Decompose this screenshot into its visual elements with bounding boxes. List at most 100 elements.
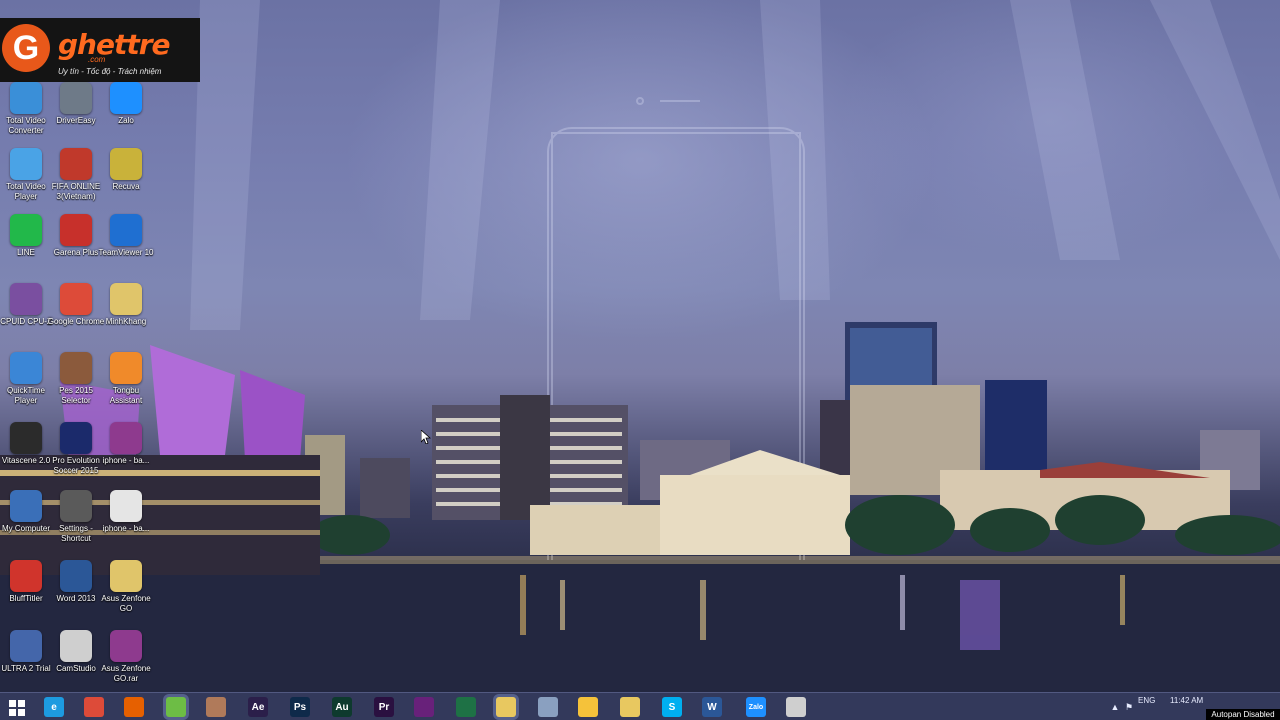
desktop-icon[interactable]: Pro Evolution Soccer 2015: [50, 422, 102, 476]
camstudio-icon: [60, 630, 92, 662]
desktop-icon[interactable]: TeamViewer 10: [99, 214, 154, 258]
clock[interactable]: 11:42 AM: [1170, 696, 1203, 705]
desktop-icon[interactable]: ULTRA 2 Trial: [0, 630, 52, 674]
visual-studio-icon: [414, 697, 434, 717]
windows-logo-icon: [9, 700, 25, 716]
taskbar-item[interactable]: Ps: [282, 695, 318, 719]
zalo-icon: Zalo: [746, 697, 766, 717]
action-center-icon[interactable]: ⚑: [1124, 702, 1134, 712]
grid-app-icon: [206, 697, 226, 717]
desktop-icon[interactable]: BluffTitler: [0, 560, 52, 604]
desktop-icon[interactable]: Pes 2015 Selector: [50, 352, 102, 406]
ultra-icon: [10, 630, 42, 662]
desktop-icon-label: Recuva: [112, 182, 140, 191]
taskbar-item[interactable]: W: [694, 695, 730, 719]
desktop-icon[interactable]: My Computer: [0, 490, 52, 534]
drivereasy-icon: [60, 82, 92, 114]
taskbar-item[interactable]: [76, 695, 112, 719]
taskbar-item[interactable]: [198, 695, 234, 719]
tongbu-icon: [110, 352, 142, 384]
desktop-icon-label: Asus Zenfone GO.rar: [101, 664, 151, 683]
brand-logo-icon: G: [2, 24, 50, 72]
desktop-icon[interactable]: Garena Plus: [50, 214, 102, 258]
input-language[interactable]: ENG: [1138, 696, 1155, 705]
desktop-icon[interactable]: Tongbu Assistant: [100, 352, 152, 406]
word-icon: W: [702, 697, 722, 717]
taskbar-item[interactable]: Pr: [366, 695, 402, 719]
folder-icon: [620, 697, 640, 717]
wallpaper: [0, 0, 1280, 692]
desktop-icon[interactable]: Word 2013: [50, 560, 102, 604]
file-explorer-icon: [496, 697, 516, 717]
audition-icon: Au: [332, 697, 352, 717]
norton-icon: [578, 697, 598, 717]
desktop-icon[interactable]: Asus Zenfone GO.rar: [100, 630, 152, 684]
blufftitler-icon: [10, 560, 42, 592]
desktop-icon[interactable]: MinhKhang: [100, 283, 152, 327]
photoshop-icon: Ps: [290, 697, 310, 717]
mouse-cursor-icon: [421, 430, 431, 444]
desktop-icon-label: Zalo: [118, 116, 134, 125]
premiere-icon: Pr: [374, 697, 394, 717]
taskbar-item[interactable]: [448, 695, 484, 719]
taskbar: e Ae Ps Au Pr S W Zalo ▲ ⚑ ENG 11:42 AM: [0, 692, 1280, 720]
desktop-icon-label: iphone - ba...: [102, 456, 150, 465]
desktop-icon-label: Asus Zenfone GO: [101, 594, 151, 613]
after-effects-icon: Ae: [248, 697, 268, 717]
show-hidden-icons-icon[interactable]: ▲: [1110, 702, 1120, 712]
desktop-icon-label: iphone - ba...: [102, 524, 150, 533]
autopan-status: Autopan Disabled: [1206, 709, 1280, 720]
desktop-icon[interactable]: QuickTime Player: [0, 352, 52, 406]
desktop-icon[interactable]: Google Chrome: [48, 283, 104, 327]
taskbar-item[interactable]: [778, 695, 814, 719]
teamviewer-icon: [110, 214, 142, 246]
total-video-player-icon: [10, 148, 42, 180]
cpu-z-icon: [10, 283, 42, 315]
start-button[interactable]: [4, 697, 30, 719]
desktop-icon[interactable]: Recuva: [100, 148, 152, 192]
desktop-icon[interactable]: CPUID CPU-Z: [0, 283, 52, 327]
firefox-icon: [124, 697, 144, 717]
folder-icon: [110, 283, 142, 315]
internet-explorer-icon: e: [44, 697, 64, 717]
skype-icon: S: [662, 697, 682, 717]
quicktime-icon: [10, 352, 42, 384]
desktop-icon[interactable]: LINE: [0, 214, 52, 258]
taskbar-item[interactable]: e: [36, 695, 72, 719]
desktop-icon[interactable]: CamStudio: [50, 630, 102, 674]
total-video-converter-icon: [10, 82, 42, 114]
desktop-icon[interactable]: DriverEasy: [50, 82, 102, 126]
chrome-icon: [84, 697, 104, 717]
excel-icon: [456, 697, 476, 717]
word-icon: [60, 560, 92, 592]
folder-icon: [110, 560, 142, 592]
fifa-online-icon: [60, 148, 92, 180]
brand-domain: .com: [88, 55, 106, 64]
desktop-icon[interactable]: FIFA ONLINE 3(Vietnam): [50, 148, 102, 202]
taskbar-item[interactable]: [570, 695, 606, 719]
taskbar-item[interactable]: [612, 695, 648, 719]
desktop-icon[interactable]: Asus Zenfone GO: [100, 560, 152, 614]
desktop-icon[interactable]: Settings - Shortcut: [50, 490, 102, 544]
desktop-icon[interactable]: Vitascene 2.0: [0, 422, 52, 466]
desktop-icon[interactable]: Total Video Converter: [0, 82, 52, 136]
taskbar-item[interactable]: Zalo: [738, 695, 774, 719]
taskbar-item[interactable]: Au: [324, 695, 360, 719]
desktop-icon[interactable]: Zalo: [100, 82, 152, 126]
winrar-archive-icon: [110, 422, 142, 454]
desktop-icon[interactable]: iphone - ba...: [100, 490, 152, 534]
desktop-icon[interactable]: Total Video Player: [0, 148, 52, 202]
taskbar-item[interactable]: [488, 695, 524, 719]
recuva-icon: [110, 148, 142, 180]
taskbar-item[interactable]: [530, 695, 566, 719]
desktop-icon[interactable]: iphone - ba...: [100, 422, 152, 466]
taskbar-item[interactable]: [116, 695, 152, 719]
taskbar-item[interactable]: [158, 695, 194, 719]
taskbar-item[interactable]: [406, 695, 442, 719]
taskbar-item[interactable]: S: [654, 695, 690, 719]
taskbar-item[interactable]: Ae: [240, 695, 276, 719]
desktop: G ghettre .com Uy tín - Tốc độ - Trách n…: [0, 0, 1280, 720]
vitascene-icon: [10, 422, 42, 454]
document-icon: [110, 490, 142, 522]
app-green-icon: [166, 697, 186, 717]
